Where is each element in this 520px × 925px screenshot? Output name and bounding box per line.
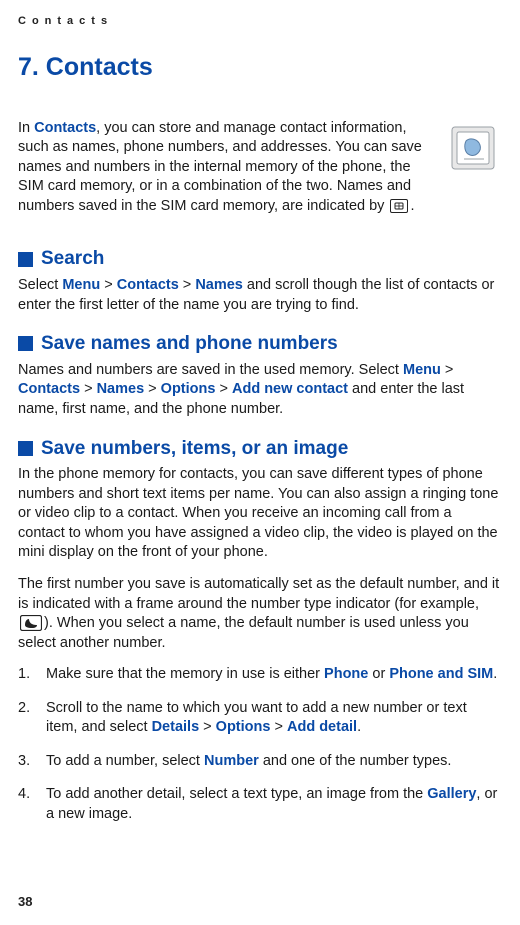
section-bullet-icon: [18, 441, 33, 456]
intro-contacts-link: Contacts: [34, 120, 96, 136]
list-item: Make sure that the memory in use is eith…: [18, 665, 502, 685]
step1-pre: Make sure that the memory in use is eith…: [46, 666, 324, 682]
running-header: Contacts: [18, 14, 502, 29]
list-item: To add a number, select Number and one o…: [18, 752, 502, 772]
save-items-p2-post: ). When you select a name, the default n…: [18, 615, 469, 651]
menu-link: Menu: [62, 277, 100, 293]
step1-or: or: [368, 666, 389, 682]
gt: >: [179, 277, 196, 293]
gallery-link: Gallery: [427, 786, 476, 802]
intro-tail: .: [410, 198, 414, 214]
save-names-pre: Names and numbers are saved in the used …: [18, 362, 403, 378]
search-paragraph: Select Menu > Contacts > Names and scrol…: [18, 276, 502, 315]
list-item: To add another detail, select a text typ…: [18, 785, 502, 824]
gt: >: [441, 362, 454, 378]
add-detail-link: Add detail: [287, 719, 357, 735]
details-link: Details: [152, 719, 200, 735]
sim-card-icon: [390, 199, 408, 213]
gt: >: [215, 381, 232, 397]
contacts-link: Contacts: [18, 381, 80, 397]
step2-post: .: [357, 719, 361, 735]
save-items-p2-pre: The first number you save is automatical…: [18, 576, 499, 612]
step4-pre: To add another detail, select a text typ…: [46, 786, 427, 802]
page-number: 38: [18, 893, 32, 911]
menu-link: Menu: [403, 362, 441, 378]
section-bullet-icon: [18, 252, 33, 267]
section-title-search: Search: [41, 246, 104, 272]
intro-pre: In: [18, 120, 34, 136]
section-title-save-names: Save names and phone numbers: [41, 331, 338, 357]
options-link: Options: [161, 381, 216, 397]
save-items-p2: The first number you save is automatical…: [18, 575, 502, 653]
section-title-save-items: Save numbers, items, or an image: [41, 436, 348, 462]
options-link: Options: [216, 719, 271, 735]
contacts-chapter-icon: [448, 121, 502, 175]
gt: >: [199, 719, 216, 735]
phone-link: Phone: [324, 666, 368, 682]
save-items-p1: In the phone memory for contacts, you ca…: [18, 465, 502, 563]
numbered-steps: Make sure that the memory in use is eith…: [18, 665, 502, 824]
names-link: Names: [195, 277, 243, 293]
add-new-contact-link: Add new contact: [232, 381, 348, 397]
gt: >: [270, 719, 287, 735]
number-link: Number: [204, 753, 259, 769]
section-head-save-items: Save numbers, items, or an image: [18, 436, 502, 462]
chapter-title: 7. Contacts: [18, 51, 502, 85]
section-head-search: Search: [18, 246, 502, 272]
names-link: Names: [97, 381, 145, 397]
intro-paragraph: In Contacts, you can store and manage co…: [18, 119, 436, 217]
phone-and-sim-link: Phone and SIM: [389, 666, 493, 682]
contacts-link: Contacts: [117, 277, 179, 293]
list-item: Scroll to the name to which you want to …: [18, 699, 502, 738]
gt: >: [80, 381, 97, 397]
step1-post: .: [493, 666, 497, 682]
intro-block: In Contacts, you can store and manage co…: [18, 119, 502, 229]
step3-post: and one of the number types.: [259, 753, 452, 769]
gt: >: [144, 381, 161, 397]
phone-number-type-icon: [20, 615, 42, 631]
gt: >: [100, 277, 117, 293]
section-bullet-icon: [18, 336, 33, 351]
section-head-save-names: Save names and phone numbers: [18, 331, 502, 357]
step3-pre: To add a number, select: [46, 753, 204, 769]
save-names-paragraph: Names and numbers are saved in the used …: [18, 361, 502, 420]
search-pre: Select: [18, 277, 62, 293]
